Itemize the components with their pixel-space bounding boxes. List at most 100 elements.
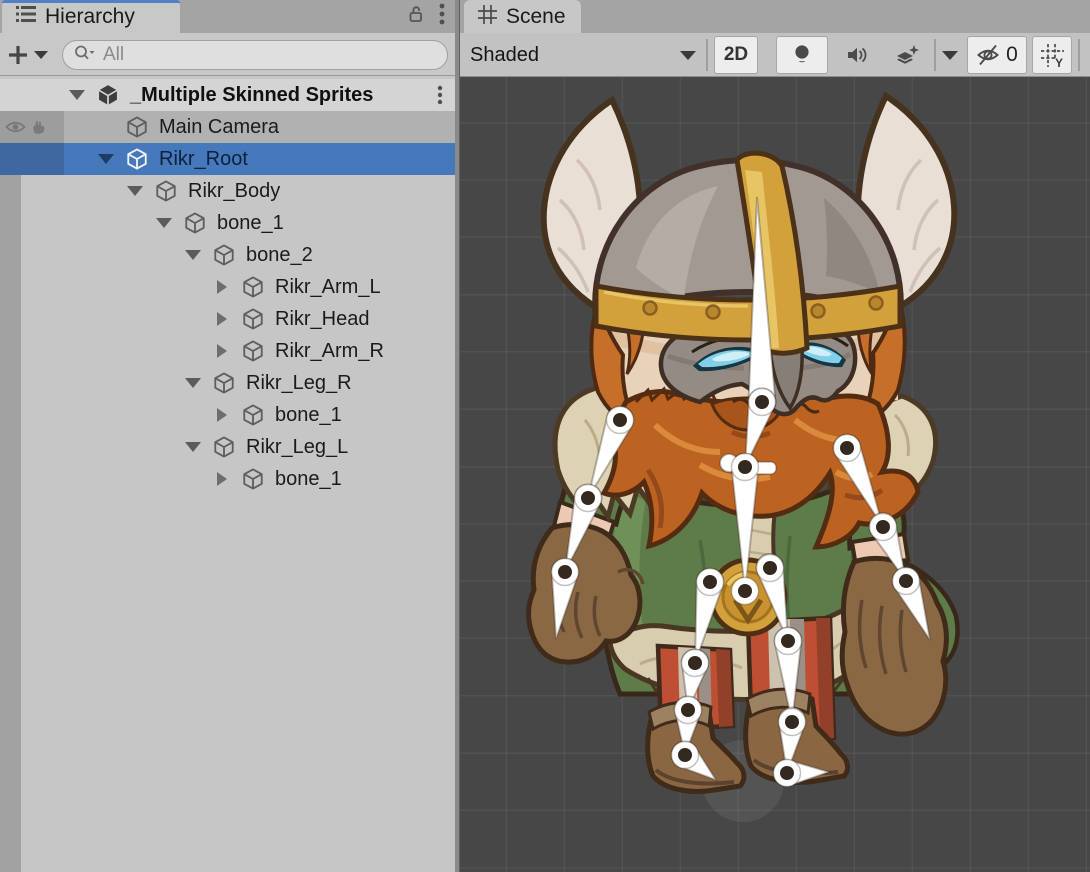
expand-triangle-icon[interactable]	[214, 271, 230, 303]
hierarchy-row-rikr-arm-l[interactable]: Rikr_Arm_L	[0, 271, 455, 303]
gameobject-cube-icon	[241, 339, 265, 363]
unity-scene-icon	[96, 83, 120, 107]
hierarchy-tab-label: Hierarchy	[45, 5, 135, 29]
hierarchy-row-rikr-body[interactable]: Rikr_Body	[0, 175, 455, 207]
scene-toolbar: Shaded 2D 0	[460, 33, 1090, 77]
2d-label: 2D	[724, 44, 748, 66]
row-toggle-gutter[interactable]	[0, 399, 21, 431]
row-label: Rikr_Leg_L	[246, 431, 348, 463]
bone-joint-center	[781, 634, 795, 648]
scene-grid-icon	[478, 5, 497, 29]
expand-triangle-icon[interactable]	[214, 335, 230, 367]
bone-joint-center	[613, 413, 627, 427]
row-label: bone_1	[217, 207, 284, 239]
add-object-button[interactable]	[7, 40, 51, 70]
search-input[interactable]	[103, 44, 437, 66]
scene-effects-button[interactable]	[884, 36, 930, 74]
viking-body	[529, 96, 958, 791]
gameobject-cube-icon	[241, 307, 265, 331]
row-label: bone_1	[275, 399, 342, 431]
bone-joint-center	[581, 491, 595, 505]
hierarchy-row-bone-1[interactable]: bone_1	[0, 399, 455, 431]
hand-icon[interactable]	[30, 111, 47, 143]
draw-mode-caret-icon[interactable]	[676, 36, 700, 74]
hierarchy-toolbar	[0, 33, 455, 76]
expand-triangle-icon[interactable]	[214, 303, 230, 335]
hierarchy-row-bone-1[interactable]: bone_1	[0, 463, 455, 495]
gameobject-cube-icon	[154, 179, 178, 203]
bone-joint-center	[681, 703, 695, 717]
unlock-icon[interactable]	[407, 4, 425, 29]
row-label: Rikr_Arm_L	[275, 271, 381, 303]
hierarchy-row-rikr-leg-r[interactable]: Rikr_Leg_R	[0, 367, 455, 399]
row-toggle-gutter[interactable]	[0, 431, 21, 463]
row-toggle-gutter[interactable]	[0, 335, 21, 367]
scene-audio-button[interactable]	[833, 36, 880, 74]
row-label: Rikr_Head	[275, 303, 369, 335]
row-label: bone_1	[275, 463, 342, 495]
bone-joint-center	[738, 584, 752, 598]
expand-triangle-icon[interactable]	[214, 463, 230, 495]
search-icon	[73, 44, 97, 67]
hierarchy-row-bone-1[interactable]: bone_1	[0, 207, 455, 239]
viking-character	[460, 77, 1090, 872]
row-toggle-gutter[interactable]	[0, 207, 21, 239]
row-label: bone_2	[246, 239, 313, 271]
hierarchy-row--multiple-skinned-sprites[interactable]: _Multiple Skinned Sprites	[0, 79, 455, 111]
collapse-triangle-icon[interactable]	[185, 239, 201, 271]
hierarchy-kebab-menu-icon[interactable]	[439, 3, 445, 30]
gameobject-cube-icon	[241, 467, 265, 491]
row-toggle-gutter[interactable]	[0, 367, 21, 399]
hierarchy-row-rikr-root[interactable]: Rikr_Root	[0, 143, 455, 175]
row-toggle-gutter[interactable]	[0, 303, 21, 335]
collapse-triangle-icon[interactable]	[185, 367, 201, 399]
draw-mode-dropdown[interactable]: Shaded	[470, 33, 539, 77]
expand-triangle-icon[interactable]	[214, 399, 230, 431]
row-toggle-gutter[interactable]	[0, 463, 21, 495]
gameobject-cube-icon	[212, 435, 236, 459]
bone-joint-center	[755, 395, 769, 409]
grid-settings-button[interactable]: Y	[1032, 36, 1072, 74]
scene-lighting-button[interactable]	[776, 36, 828, 74]
bone-joint-center	[738, 460, 752, 474]
scene-header-kebab-icon[interactable]	[437, 85, 443, 110]
collapse-triangle-icon[interactable]	[127, 175, 143, 207]
collapse-triangle-icon[interactable]	[185, 431, 201, 463]
gameobject-cube-icon	[241, 275, 265, 299]
toggle-2d-button[interactable]: 2D	[714, 36, 758, 74]
hierarchy-row-rikr-head[interactable]: Rikr_Head	[0, 303, 455, 335]
tab-scene[interactable]: Scene	[464, 0, 581, 33]
collapse-triangle-icon[interactable]	[98, 143, 114, 175]
hierarchy-tree: _Multiple Skinned SpritesMain CameraRikr…	[0, 76, 455, 872]
bone-joint-center	[785, 715, 799, 729]
hierarchy-row-rikr-leg-l[interactable]: Rikr_Leg_L	[0, 431, 455, 463]
bone-joint-center	[899, 574, 913, 588]
row-toggle-gutter[interactable]	[0, 175, 21, 207]
hierarchy-row-bone-2[interactable]: bone_2	[0, 239, 455, 271]
hierarchy-list-icon	[16, 5, 36, 28]
gameobject-cube-icon	[212, 371, 236, 395]
collapse-triangle-icon[interactable]	[156, 207, 172, 239]
hierarchy-row-rikr-arm-r[interactable]: Rikr_Arm_R	[0, 335, 455, 367]
collapse-triangle-icon[interactable]	[69, 79, 85, 111]
gameobject-cube-icon	[125, 147, 149, 171]
row-label: Main Camera	[159, 111, 279, 143]
bone-joint-center	[688, 656, 702, 670]
scene-panel: Scene Shaded 2D	[460, 0, 1090, 872]
bone-joint-center	[780, 766, 794, 780]
row-toggle-gutter[interactable]	[0, 239, 21, 271]
row-label: Rikr_Arm_R	[275, 335, 384, 367]
row-toggle-gutter[interactable]	[0, 143, 64, 175]
row-toggle-gutter[interactable]	[0, 271, 21, 303]
hierarchy-tab-bar: Hierarchy	[0, 0, 455, 33]
tab-hierarchy[interactable]: Hierarchy	[2, 0, 180, 33]
effects-dropdown-icon[interactable]	[938, 36, 962, 74]
scene-viewport[interactable]	[460, 77, 1090, 872]
hidden-objects-button[interactable]: 0	[967, 36, 1027, 74]
hierarchy-panel: Hierarchy	[0, 0, 455, 872]
hierarchy-row-main-camera[interactable]: Main Camera	[0, 111, 455, 143]
row-label: _Multiple Skinned Sprites	[130, 79, 373, 111]
hierarchy-search-field[interactable]	[62, 40, 448, 70]
eye-icon[interactable]	[5, 111, 26, 143]
gameobject-cube-icon	[241, 403, 265, 427]
